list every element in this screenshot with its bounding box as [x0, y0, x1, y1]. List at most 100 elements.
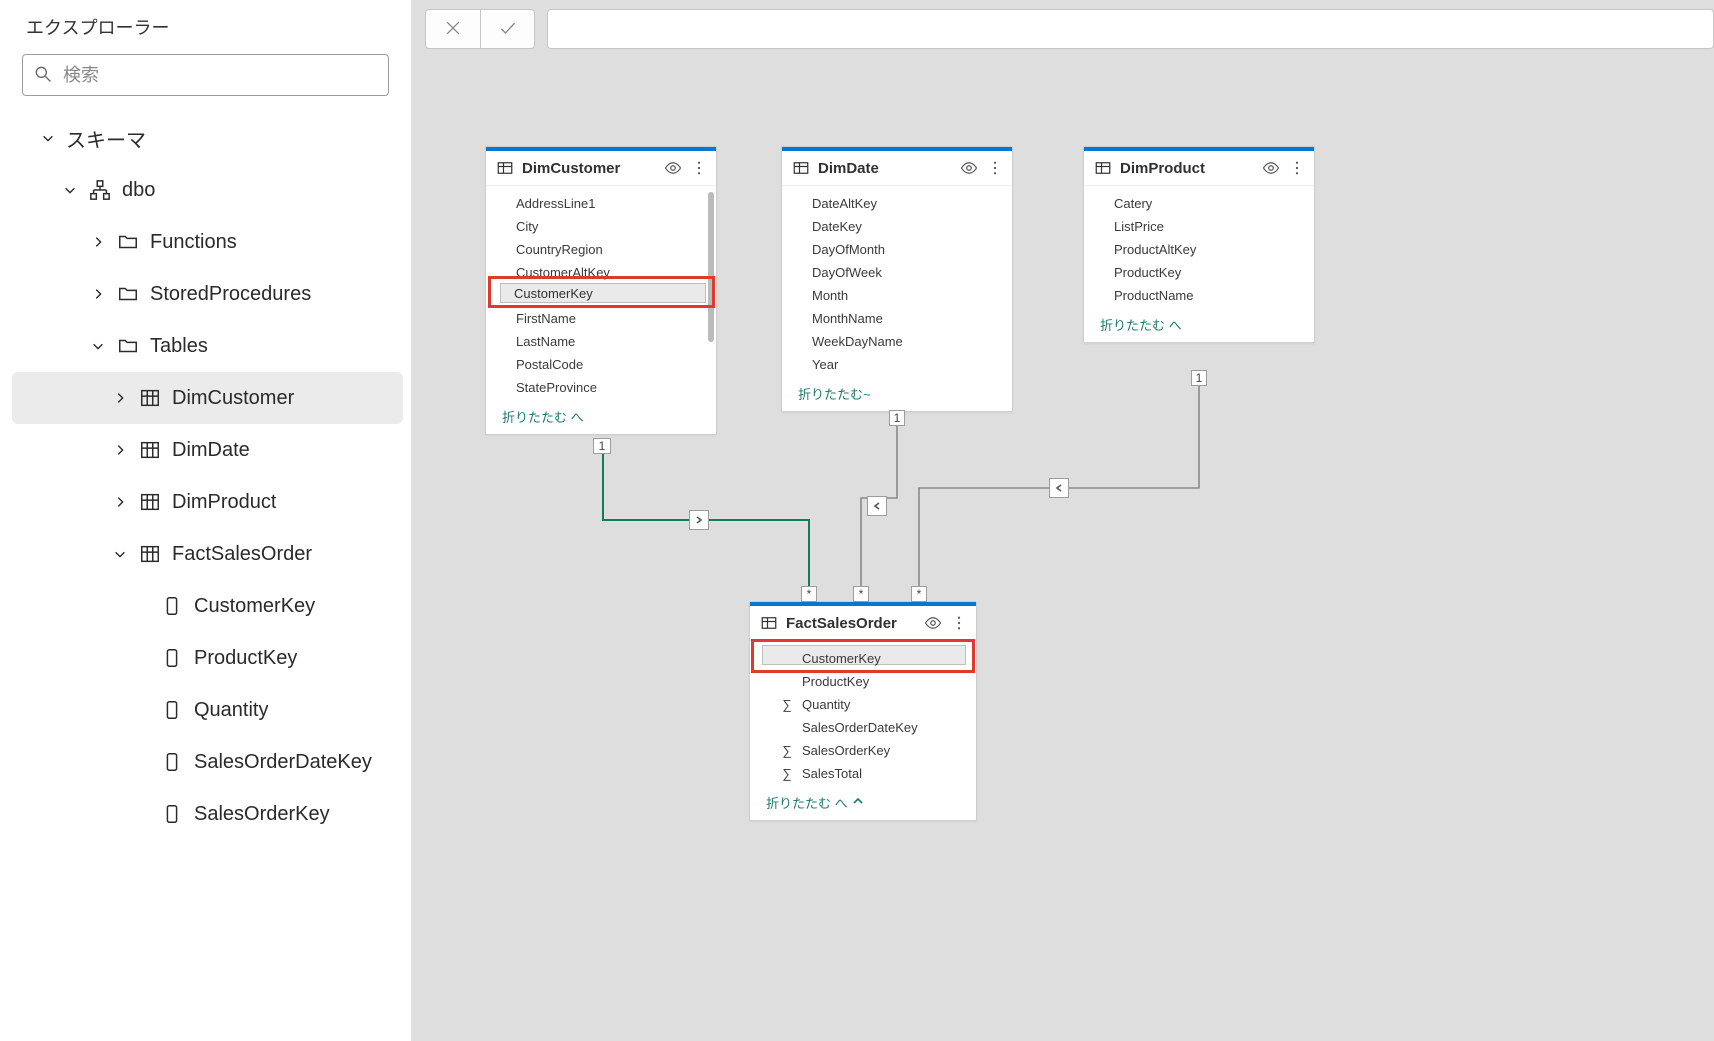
column-row[interactable]: MonthName	[784, 307, 1010, 330]
explorer-panel: エクスプローラー スキーマ dbo	[0, 0, 413, 1041]
collapse-link[interactable]: 折りたたむ へ	[1084, 309, 1314, 342]
column-row[interactable]: ∑SalesOrderKey	[752, 739, 974, 762]
column-row[interactable]: WeekDayName	[784, 330, 1010, 353]
formula-commit-button[interactable]	[480, 10, 534, 48]
more-icon[interactable]	[950, 614, 968, 632]
column-row[interactable]: CustomerKey	[752, 647, 974, 670]
column-row[interactable]: Year	[784, 353, 1010, 376]
visibility-icon[interactable]	[924, 614, 942, 632]
tree-label: SalesOrderDateKey	[194, 751, 372, 774]
column-label: DayOfWeek	[812, 265, 882, 280]
table-card-dimcustomer[interactable]: DimCustomer AddressLine1 City CountryReg…	[485, 146, 717, 435]
table-card-factsalesorder[interactable]: FactSalesOrder CustomerKey ProductKey ∑Q…	[749, 601, 977, 821]
column-row[interactable]: ProductName	[1086, 284, 1312, 307]
column-label: CustomerAltKey	[516, 265, 610, 280]
tree-table-dimproduct[interactable]: DimProduct	[12, 476, 403, 528]
tree-label: StoredProcedures	[150, 283, 311, 306]
column-row[interactable]: ∑Quantity	[752, 693, 974, 716]
column-row[interactable]: Catery	[1086, 192, 1312, 215]
column-row[interactable]: CountryRegion	[488, 238, 714, 261]
filter-arrow-icon	[689, 510, 709, 530]
tree-label: DimCustomer	[172, 387, 294, 410]
tree-column-customerkey[interactable]: CustomerKey	[12, 580, 403, 632]
more-icon[interactable]	[986, 159, 1004, 177]
scrollbar-hint[interactable]	[708, 192, 714, 342]
folder-icon	[116, 282, 140, 306]
chevron-right-icon	[112, 390, 128, 406]
column-row[interactable]: City	[488, 215, 714, 238]
column-label: City	[516, 219, 538, 234]
tree-column-salesorderkey[interactable]: SalesOrderKey	[12, 788, 403, 840]
column-label: WeekDayName	[812, 334, 903, 349]
schema-tree: スキーマ dbo Functions	[0, 106, 411, 1041]
column-row[interactable]: ListPrice	[1086, 215, 1312, 238]
column-row[interactable]: DateKey	[784, 215, 1010, 238]
table-card-title: DimProduct	[1120, 160, 1254, 177]
table-card-title: DimCustomer	[522, 160, 656, 177]
tree-table-dimcustomer[interactable]: DimCustomer	[12, 372, 403, 424]
tree-schema-dbo[interactable]: dbo	[12, 164, 403, 216]
visibility-icon[interactable]	[1262, 159, 1280, 177]
search-input[interactable]	[61, 64, 378, 87]
column-row[interactable]: Month	[784, 284, 1010, 307]
tree-table-dimdate[interactable]: DimDate	[12, 424, 403, 476]
column-row[interactable]: AddressLine1	[488, 192, 714, 215]
visibility-icon[interactable]	[664, 159, 682, 177]
tree-schema-root[interactable]: スキーマ	[12, 112, 403, 164]
tree-table-factsalesorder[interactable]: FactSalesOrder	[12, 528, 403, 580]
column-label: Year	[812, 357, 838, 372]
search-box[interactable]	[22, 54, 389, 96]
table-card-title: DimDate	[818, 160, 952, 177]
more-icon[interactable]	[1288, 159, 1306, 177]
column-row[interactable]: ProductKey	[1086, 261, 1312, 284]
column-row[interactable]: ProductAltKey	[1086, 238, 1312, 261]
collapse-link[interactable]: 折りたたむ へ	[750, 787, 976, 820]
tree-folder-storedprocedures[interactable]: StoredProcedures	[12, 268, 403, 320]
column-row[interactable]: FirstName	[488, 307, 714, 330]
column-label: FirstName	[516, 311, 576, 326]
column-row[interactable]: StateProvince	[488, 376, 714, 399]
tree-label: DimDate	[172, 439, 250, 462]
filter-arrow-icon	[867, 496, 887, 516]
visibility-icon[interactable]	[960, 159, 978, 177]
collapse-link[interactable]: 折りたたむ~	[782, 378, 1012, 411]
column-label: Catery	[1114, 196, 1152, 211]
cardinality-one: 1	[889, 410, 905, 426]
tree-column-productkey[interactable]: ProductKey	[12, 632, 403, 684]
column-row[interactable]: LastName	[488, 330, 714, 353]
column-row[interactable]: DayOfWeek	[784, 261, 1010, 284]
chevron-down-icon	[90, 338, 106, 354]
column-row[interactable]: DayOfMonth	[784, 238, 1010, 261]
sigma-icon: ∑	[780, 743, 794, 758]
tree-folder-functions[interactable]: Functions	[12, 216, 403, 268]
tree-folder-tables[interactable]: Tables	[12, 320, 403, 372]
table-icon	[792, 159, 810, 177]
column-row[interactable]: CustomerAltKey	[488, 261, 714, 284]
table-card-dimproduct[interactable]: DimProduct Catery ListPrice ProductAltKe…	[1083, 146, 1315, 343]
column-label: DateAltKey	[812, 196, 877, 211]
collapse-link[interactable]: 折りたたむ へ	[486, 401, 716, 434]
column-label: SalesOrderDateKey	[802, 720, 918, 735]
column-row[interactable]: ProductKey	[752, 670, 974, 693]
close-icon	[443, 18, 463, 41]
more-icon[interactable]	[690, 159, 708, 177]
tree-column-salesorderdatekey[interactable]: SalesOrderDateKey	[12, 736, 403, 788]
column-row[interactable]: DateAltKey	[784, 192, 1010, 215]
column-row[interactable]: SalesOrderDateKey	[752, 716, 974, 739]
table-icon	[138, 542, 162, 566]
formula-bar-buttons	[425, 9, 535, 49]
filter-arrow-icon	[1049, 478, 1069, 498]
column-label: Quantity	[802, 697, 850, 712]
tree-column-quantity[interactable]: Quantity	[12, 684, 403, 736]
column-label: ProductKey	[1114, 265, 1181, 280]
column-label: ProductAltKey	[1114, 242, 1196, 257]
formula-input[interactable]	[547, 9, 1714, 49]
diagram-canvas[interactable]: 1 * 1 * 1 * DimCustomer	[413, 58, 1714, 1041]
column-row[interactable]: ∑SalesTotal	[752, 762, 974, 785]
chevron-right-icon	[90, 286, 106, 302]
tree-label: スキーマ	[66, 124, 146, 153]
table-card-dimdate[interactable]: DimDate DateAltKey DateKey DayOfMonth Da…	[781, 146, 1013, 412]
formula-cancel-button[interactable]	[426, 10, 480, 48]
column-icon	[160, 646, 184, 670]
column-row[interactable]: PostalCode	[488, 353, 714, 376]
